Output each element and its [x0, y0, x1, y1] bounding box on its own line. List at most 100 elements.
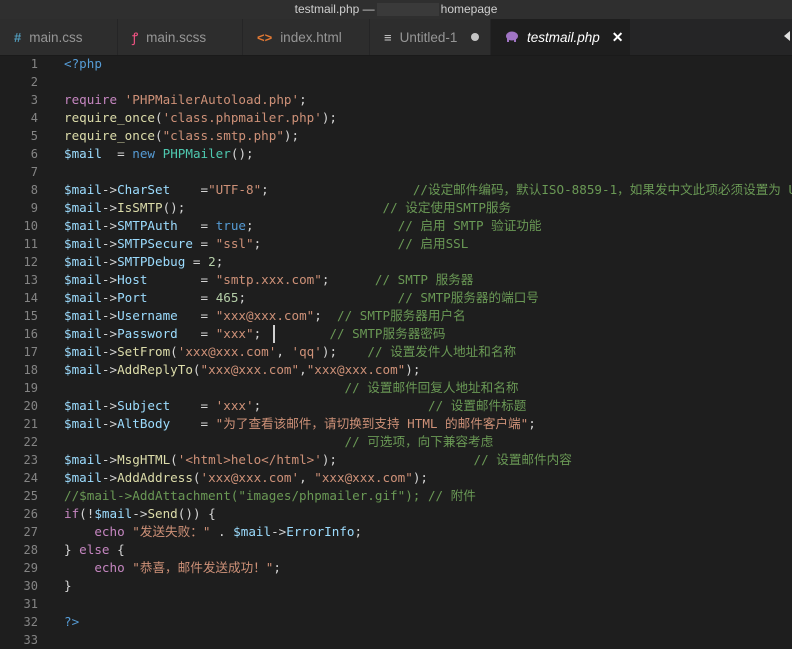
- tab-index-html[interactable]: <> index.html: [243, 19, 370, 55]
- code-token-variable: $mail: [64, 218, 102, 233]
- code-token-comment: // 设置邮件标题: [427, 398, 527, 413]
- code-token-string: "UTF-8": [208, 182, 262, 197]
- code-line[interactable]: 18 $mail->AddReplyTo("xxx@xxx.com","xxx@x…: [0, 361, 792, 379]
- text-file-icon: ≡: [384, 29, 392, 45]
- code-line[interactable]: 8 $mail->CharSet ="UTF-8"; //设定邮件编码，默认ISO…: [0, 181, 792, 199]
- code-line[interactable]: 17 $mail->SetFrom('xxx@xxx.com', 'qq'); /…: [0, 343, 792, 361]
- line-number: 3: [30, 93, 38, 107]
- code-line[interactable]: 7: [0, 163, 792, 181]
- code-line[interactable]: 28} else {: [0, 541, 792, 559]
- code-line[interactable]: 33: [0, 631, 792, 649]
- code-line[interactable]: 27 echo "发送失败：" . $mail->ErrorInfo;: [0, 523, 792, 541]
- code-token-variable: Port: [117, 290, 148, 305]
- line-number: 7: [30, 165, 38, 179]
- code-line[interactable]: 21 $mail->AltBody = "为了查看该邮件，请切换到支持 HTML …: [0, 415, 792, 433]
- code-token-plain: ->: [101, 290, 118, 305]
- code-token-class: PHPMailer: [162, 146, 231, 161]
- tab-untitled-1[interactable]: ≡ Untitled-1: [370, 19, 491, 55]
- line-number: 9: [30, 201, 38, 215]
- code-line[interactable]: 25 //$mail->AddAttachment("images/phpmail…: [0, 487, 792, 505]
- code-line[interactable]: 26 if(!$mail->Send()) {: [0, 505, 792, 523]
- tab-label: Untitled-1: [399, 29, 458, 45]
- code-line[interactable]: 29 echo "恭喜，邮件发送成功！";: [0, 559, 792, 577]
- close-tab-icon[interactable]: ✕: [612, 29, 624, 46]
- code-line[interactable]: 16 $mail->Password = "xxx"; // SMTP服务器密码: [0, 325, 792, 343]
- code-text: require 'PHPMailerAutoload.php';: [64, 91, 307, 109]
- window-title: testmail.php — homepage: [0, 2, 792, 17]
- code-token-string: 'class.phpmailer.php': [162, 110, 322, 125]
- code-line[interactable]: 12 $mail->SMTPDebug = 2;: [0, 253, 792, 271]
- code-token-comment: // SMTP服务器的端口号: [397, 290, 539, 305]
- code-line[interactable]: 10 $mail->SMTPAuth = true; // 启用 SMTP 验证功…: [0, 217, 792, 235]
- code-line[interactable]: 20 $mail->Subject = 'xxx'; // 设置邮件标题: [0, 397, 792, 415]
- code-line[interactable]: 22 // 可选项，向下兼容考虑: [0, 433, 792, 451]
- code-line[interactable]: 13 $mail->Host = "smtp.xxx.com"; // SMTP …: [0, 271, 792, 289]
- code-line[interactable]: 32 ?>: [0, 613, 792, 631]
- code-token-number: 2: [208, 254, 216, 269]
- code-token-plain: (: [155, 110, 163, 125]
- code-token-plain: ;: [314, 308, 338, 323]
- code-token-comment: // 设定使用SMTP服务: [382, 200, 512, 215]
- code-line[interactable]: 15 $mail->Username = "xxx@xxx.com"; // SM…: [0, 307, 792, 325]
- code-line[interactable]: 14 $mail->Port = 465; // SMTP服务器的端口号: [0, 289, 792, 307]
- code-token-keyword: echo: [94, 524, 125, 539]
- code-token-plain: (: [170, 344, 178, 359]
- code-token-plain: (!: [79, 506, 95, 521]
- code-token-variable: $mail: [233, 524, 272, 539]
- code-line[interactable]: 4 require_once('class.phpmailer.php');: [0, 109, 792, 127]
- code-line[interactable]: 19 // 设置邮件回复人地址和名称: [0, 379, 792, 397]
- code-token-variable: $mail: [64, 236, 102, 251]
- code-text: $mail->Port = 465; // SMTP服务器的端口号: [64, 289, 539, 307]
- tab-main-scss[interactable]: ꝭ main.scss: [118, 19, 243, 55]
- code-text: $mail->Username = "xxx@xxx.com"; // SMTP…: [64, 307, 466, 325]
- code-token-comment: // 启用 SMTP 验证功能: [397, 218, 542, 233]
- code-token-keyword: require: [64, 92, 118, 107]
- tab-label: testmail.php: [527, 29, 600, 45]
- code-editor[interactable]: 1 <?php 2 3 require 'PHPMailerAutoload.php';…: [0, 55, 792, 647]
- line-number: 8: [30, 183, 38, 197]
- window-title-left: testmail.php —: [294, 2, 375, 16]
- sass-file-icon: ꝭ: [132, 30, 139, 45]
- code-line[interactable]: 3 require 'PHPMailerAutoload.php';: [0, 91, 792, 109]
- code-token-string: 'xxx@xxx.com': [200, 470, 300, 485]
- code-token-plain: =: [147, 272, 216, 287]
- code-line[interactable]: 9 $mail->IsSMTP(); // 设定使用SMTP服务: [0, 199, 792, 217]
- code-line[interactable]: 5 require_once("class.smtp.php");: [0, 127, 792, 145]
- code-token-variable: Username: [117, 308, 178, 323]
- code-token-plain: (: [192, 470, 201, 485]
- css-file-icon: #: [14, 29, 22, 45]
- code-token-variable: $mail: [64, 452, 102, 467]
- code-line[interactable]: 11 $mail->SMTPSecure = "ssl"; // 启用SSL: [0, 235, 792, 253]
- code-token-plain: ->: [101, 218, 118, 233]
- line-number: 2: [30, 75, 38, 89]
- code-line[interactable]: 23 $mail->MsgHTML('<html>helo</html>'); /…: [0, 451, 792, 469]
- code-token-constant: new: [132, 146, 156, 161]
- code-line[interactable]: 24 $mail->AddAddress('xxx@xxx.com', "xxx@…: [0, 469, 792, 487]
- tab-main-css[interactable]: # main.css: [0, 19, 118, 55]
- html-file-icon: <>: [257, 29, 273, 45]
- code-line[interactable]: 1 <?php: [0, 55, 792, 73]
- code-line[interactable]: 6 $mail = new PHPMailer();: [0, 145, 792, 163]
- code-text: require_once('class.phpmailer.php');: [64, 109, 337, 127]
- tab-testmail-php[interactable]: testmail.php ✕: [491, 19, 631, 55]
- code-line[interactable]: 31: [0, 595, 792, 613]
- code-token-plain: =: [170, 416, 216, 431]
- line-number: 28: [23, 543, 38, 557]
- line-number: 18: [23, 363, 38, 377]
- code-token-plain: ->: [101, 182, 118, 197]
- code-text: <?php: [64, 55, 102, 73]
- php-elephant-icon: [505, 30, 519, 45]
- code-line[interactable]: 2: [0, 73, 792, 91]
- code-token-comment: // 设置邮件回复人地址和名称: [344, 380, 519, 395]
- code-line[interactable]: 30}: [0, 577, 792, 595]
- code-token-variable: $mail: [64, 146, 102, 161]
- scroll-tabs-left-icon[interactable]: [784, 31, 790, 41]
- code-token-string: "发送失败：": [132, 524, 211, 539]
- code-token-function: Send: [147, 506, 178, 521]
- line-number: 15: [23, 309, 38, 323]
- code-token-plain: }: [64, 542, 80, 557]
- code-token-plain: =: [177, 326, 216, 341]
- line-number: 12: [23, 255, 38, 269]
- line-number: 33: [23, 633, 38, 647]
- unsaved-dot-icon[interactable]: [471, 33, 480, 41]
